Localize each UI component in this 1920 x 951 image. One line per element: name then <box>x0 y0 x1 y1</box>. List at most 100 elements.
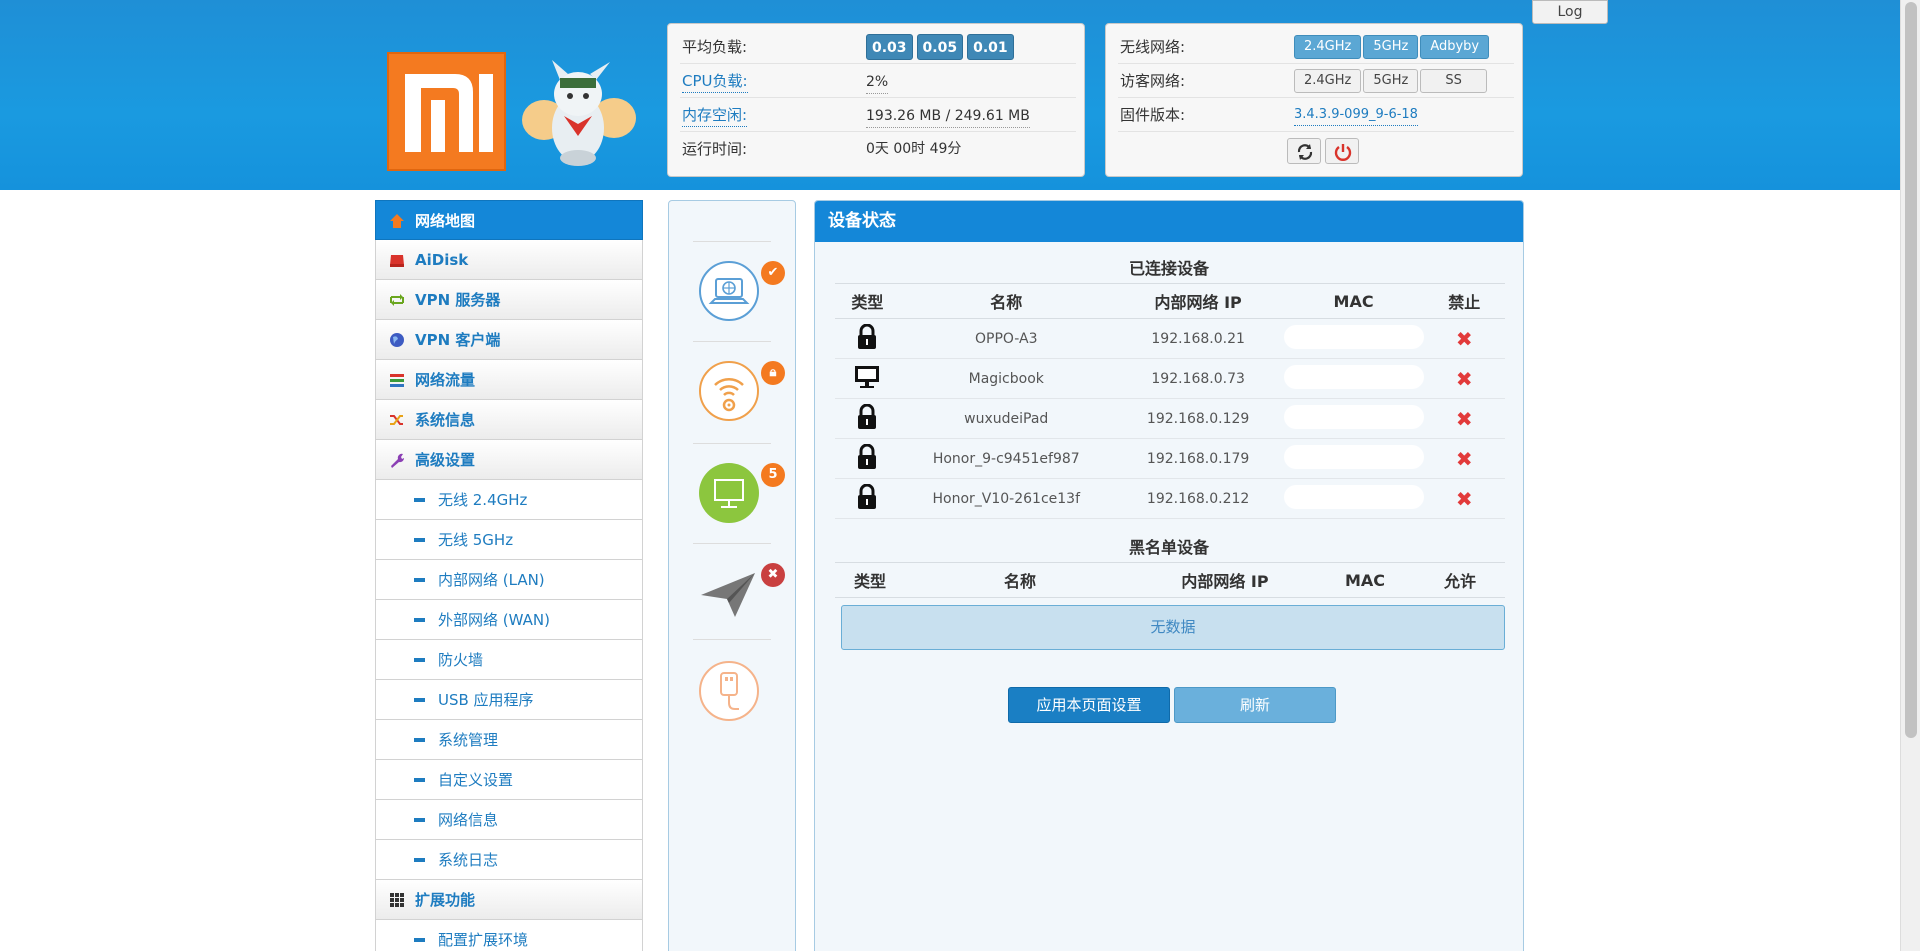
mac-redacted-field <box>1283 484 1424 509</box>
menu-advanced[interactable]: 高级设置 <box>375 440 643 480</box>
power-icon <box>1334 144 1352 161</box>
menu-network-map[interactable]: 网络地图 <box>375 200 643 240</box>
menu-extensions-label: 扩展功能 <box>415 891 476 909</box>
scrollbar-thumb[interactable] <box>1905 2 1917 738</box>
block-x-icon[interactable]: ✖ <box>1456 367 1473 391</box>
load-badges: 0.03 0.05 0.01 <box>866 34 1018 60</box>
table-row: Magicbook 192.168.0.73 ✖ <box>835 358 1505 399</box>
memory-row: 内存空闲: 193.26 MB / 249.61 MB <box>680 98 1076 132</box>
log-button[interactable]: Log <box>1532 0 1608 24</box>
guest-5ghz-button[interactable]: 5GHz <box>1363 69 1419 93</box>
submenu-label: 无线 5GHz <box>438 531 514 549</box>
submenu-ext-env[interactable]: 配置扩展环境 <box>375 920 643 951</box>
clients-status-icon[interactable] <box>697 461 761 525</box>
submenu-admin[interactable]: 系统管理 <box>375 720 643 760</box>
page-scrollbar[interactable] <box>1900 0 1920 951</box>
sidebar-menu: 网络地图 AiDisk VPN 服务器 VPN 客户端 网络流量 系统信息 高级… <box>375 200 643 951</box>
usb-status-icon[interactable] <box>697 659 761 723</box>
col-block: 禁止 <box>1423 283 1505 319</box>
internet-status-icon[interactable] <box>697 259 761 323</box>
globe-icon <box>390 333 404 347</box>
power-off-button[interactable] <box>1325 138 1359 164</box>
firmware-version-link[interactable]: 3.4.3.9-099_9-6-18 <box>1294 105 1418 126</box>
no-data-message: 无数据 <box>841 605 1505 650</box>
refresh-icon <box>1297 144 1313 160</box>
table-header-row: 类型 名称 内部网络 IP MAC 允许 <box>835 562 1505 598</box>
submenu-wan[interactable]: 外部网络 (WAN) <box>375 600 643 640</box>
paper-plane-icon[interactable] <box>697 559 761 623</box>
block-x-icon[interactable]: ✖ <box>1456 447 1473 471</box>
submenu-net-info[interactable]: 网络信息 <box>375 800 643 840</box>
header-band: 平均负载: 0.03 0.05 0.01 CPU负载: 2% 内存空闲: 193.2… <box>0 0 1900 190</box>
menu-network-map-label: 网络地图 <box>415 212 476 230</box>
submenu-firewall[interactable]: 防火墙 <box>375 640 643 680</box>
cpu-load-link[interactable]: CPU负载: <box>682 70 748 93</box>
device-name-cell: Honor_9-c9451ef987 <box>899 438 1113 479</box>
ss-button[interactable]: SS <box>1420 69 1487 93</box>
mi-logo <box>387 52 506 171</box>
dash-icon <box>414 738 425 742</box>
submenu-wireless-24[interactable]: 无线 2.4GHz <box>375 480 643 520</box>
menu-aidisk-label: AiDisk <box>415 251 469 269</box>
shuffle-icon <box>390 415 403 425</box>
menu-vpn-server-label: VPN 服务器 <box>415 291 501 309</box>
device-ip-cell: 192.168.0.129 <box>1112 398 1284 439</box>
wireless-5ghz-button[interactable]: 5GHz <box>1363 35 1419 59</box>
table-row: Honor_9-c9451ef987 192.168.0.179 ✖ <box>835 438 1505 479</box>
monitor-icon <box>854 365 880 393</box>
apply-settings-button[interactable]: 应用本页面设置 <box>1008 687 1170 723</box>
lock-badge-icon: 🔒︎ <box>761 361 785 385</box>
menu-extensions[interactable]: 扩展功能 <box>375 880 643 920</box>
separator <box>693 543 771 544</box>
dash-icon <box>414 858 425 862</box>
dash-icon <box>414 538 425 542</box>
device-type-cell <box>835 478 900 519</box>
submenu-custom[interactable]: 自定义设置 <box>375 760 643 800</box>
submenu-lan[interactable]: 内部网络 (LAN) <box>375 560 643 600</box>
device-name-cell: Magicbook <box>899 358 1113 399</box>
device-type-cell <box>835 358 900 399</box>
device-ip-cell: 192.168.0.212 <box>1112 478 1284 519</box>
connected-devices-table: 类型 名称 内部网络 IP MAC 禁止 OPPO-A3 192.168.0.21… <box>835 283 1505 519</box>
refresh-button[interactable]: 刷新 <box>1174 687 1336 723</box>
submenu-usb-apps[interactable]: USB 应用程序 <box>375 680 643 720</box>
menu-traffic[interactable]: 网络流量 <box>375 360 643 400</box>
wireless-24ghz-button[interactable]: 2.4GHz <box>1294 35 1362 59</box>
load-1min-badge: 0.03 <box>866 34 913 60</box>
device-block-cell: ✖ <box>1423 398 1505 439</box>
status-icon-column: ✔ 🔒︎ 5 ✖ <box>668 200 796 951</box>
uptime-label: 运行时间: <box>682 140 748 158</box>
block-x-icon[interactable]: ✖ <box>1456 407 1473 431</box>
block-x-icon[interactable]: ✖ <box>1456 327 1473 351</box>
device-ip-cell: 192.168.0.179 <box>1112 438 1284 479</box>
memory-link[interactable]: 内存空闲: <box>682 104 748 127</box>
menu-vpn-client[interactable]: VPN 客户端 <box>375 320 643 360</box>
load-row: 平均负载: 0.03 0.05 0.01 <box>680 30 1076 64</box>
firmware-label: 固件版本: <box>1120 106 1186 124</box>
guest-24ghz-button[interactable]: 2.4GHz <box>1294 69 1362 93</box>
block-x-icon[interactable]: ✖ <box>1456 487 1473 511</box>
menu-vpn-server[interactable]: VPN 服务器 <box>375 280 643 320</box>
home-icon <box>390 214 404 228</box>
uptime-value: 0天 00时 49分 <box>866 141 962 157</box>
adbyby-button[interactable]: Adbyby <box>1420 35 1490 59</box>
table-row: OPPO-A3 192.168.0.21 ✖ <box>835 318 1505 359</box>
mac-redacted-field <box>1283 324 1424 349</box>
col-ip: 内部网络 IP <box>1112 283 1284 319</box>
device-mac-cell <box>1283 438 1424 479</box>
blacklist-title: 黑名单设备 <box>1128 538 1209 557</box>
submenu-syslog[interactable]: 系统日志 <box>375 840 643 880</box>
device-ip-cell: 192.168.0.21 <box>1112 318 1284 359</box>
wireless-label: 无线网络: <box>1120 38 1186 56</box>
submenu-wireless-5[interactable]: 无线 5GHz <box>375 520 643 560</box>
separator <box>693 341 771 342</box>
blacklist-table: 类型 名称 内部网络 IP MAC 允许 <box>835 562 1505 598</box>
wifi-status-icon[interactable] <box>697 359 761 423</box>
dash-icon <box>414 938 425 942</box>
menu-system-info[interactable]: 系统信息 <box>375 400 643 440</box>
reboot-button[interactable] <box>1287 138 1321 164</box>
submenu-label: 配置扩展环境 <box>438 931 529 949</box>
menu-aidisk[interactable]: AiDisk <box>375 240 643 280</box>
submenu-label: 网络信息 <box>438 811 499 829</box>
submenu-label: 内部网络 (LAN) <box>438 571 545 589</box>
